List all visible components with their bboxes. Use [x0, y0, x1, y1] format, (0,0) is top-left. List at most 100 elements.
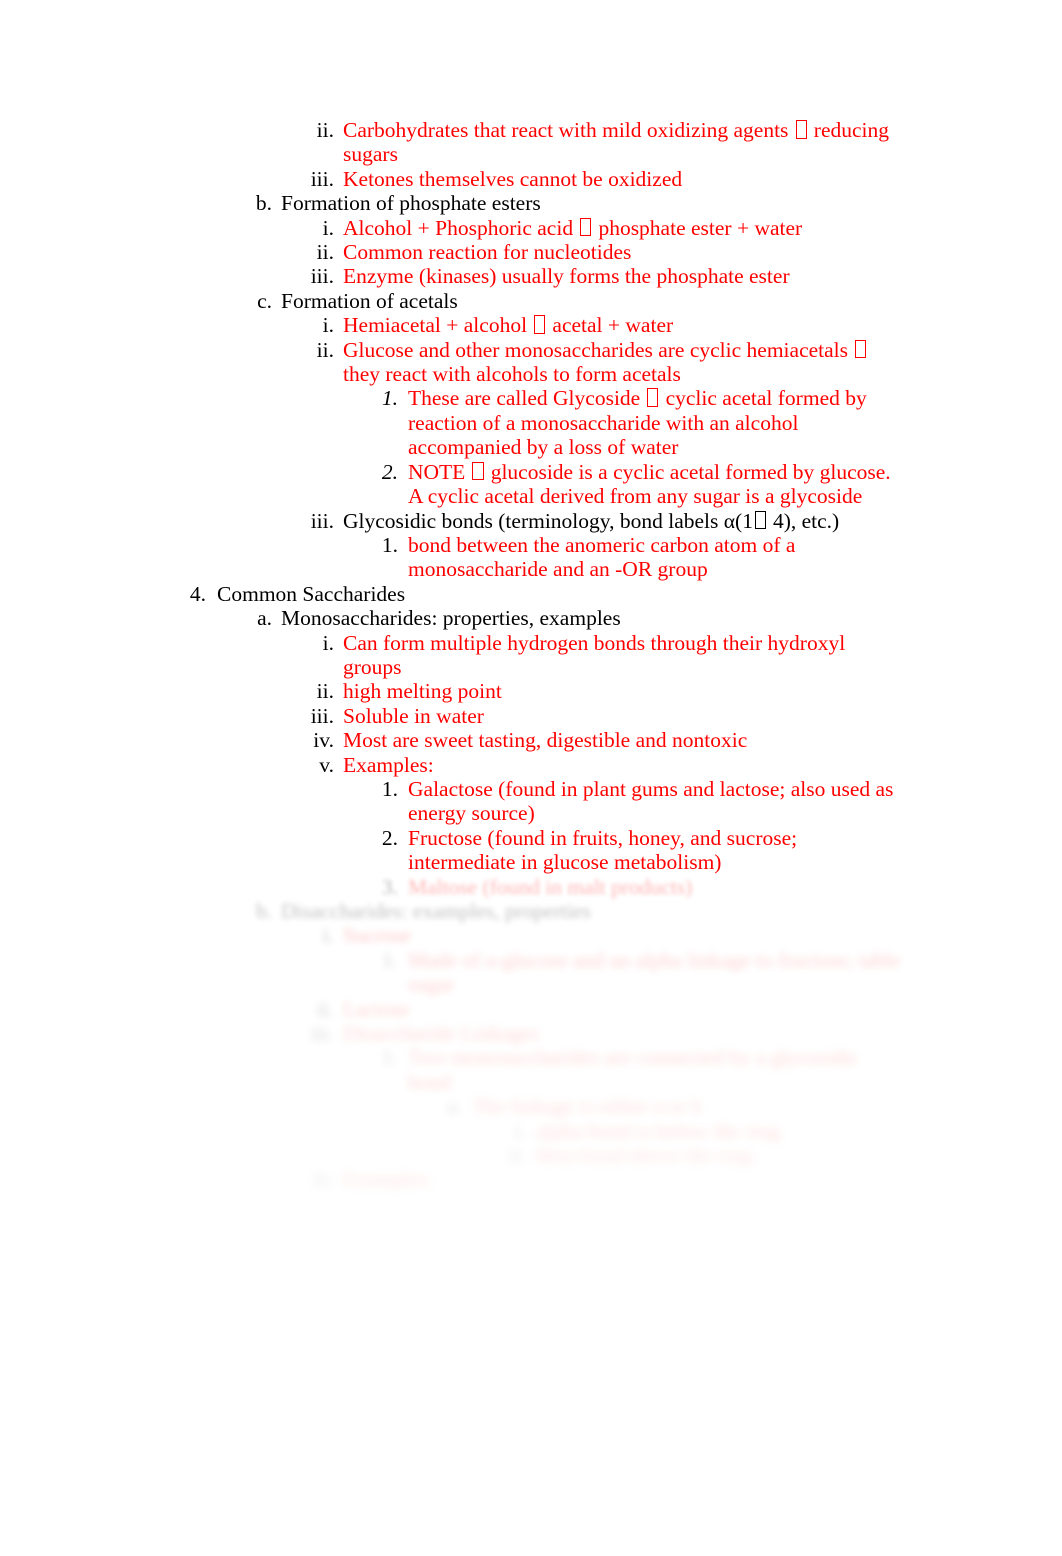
list-marker: ii.: [316, 337, 334, 362]
outline-item-text: Glycosidic bonds (terminology, bond labe…: [343, 508, 840, 533]
outline-item: i. Hemiacetal + alcohol acetal + water: [0, 313, 1062, 337]
outline-item: ii. Common reaction for nucleotides: [0, 240, 1062, 264]
missing-glyph-icon: [647, 388, 659, 407]
list-marker: ii.: [508, 1143, 526, 1168]
outline-item-text: Formation of acetals: [281, 288, 458, 313]
outline-item-text: Glucose and other monosaccharides are cy…: [343, 338, 902, 387]
outline-item-text: alpha bond is below the ring: [536, 1118, 781, 1143]
list-marker: 1.: [381, 776, 398, 801]
list-marker: iii.: [310, 1021, 334, 1046]
missing-glyph-icon: [754, 510, 766, 529]
list-marker: ii.: [316, 996, 334, 1021]
list-marker: iii.: [310, 166, 334, 191]
outline-item-text: The linkage is either a or b: [472, 1094, 703, 1119]
outline-item: i. Sucrose: [0, 923, 1062, 947]
list-marker: a.: [447, 1094, 462, 1119]
outline-item-text: Hemiacetal + alcohol acetal + water: [343, 313, 674, 338]
list-marker: 1.: [381, 1045, 398, 1070]
list-marker: iii.: [310, 264, 334, 289]
outline-item-text: Beta bond above the ring: [536, 1143, 753, 1168]
outline-item: iv. Most are sweet tasting, digestible an…: [0, 728, 1062, 752]
outline-item: iii. Disaccharide Linkages: [0, 1021, 1062, 1045]
outline-item-text: Common reaction for nucleotides: [343, 240, 632, 265]
outline-item: ii. Carbohydrates that react with mild ox…: [0, 118, 1062, 167]
outline-item-text: Maltose (found in malt products): [408, 874, 693, 899]
list-marker: b.: [255, 899, 272, 923]
list-marker: 1.: [381, 947, 398, 972]
list-marker: iv.: [313, 1167, 334, 1192]
outline-item: c. Formation of acetals: [0, 289, 1062, 313]
outline-item: iii. Enzyme (kinases) usually forms the p…: [0, 264, 1062, 288]
outline-list: ii. Carbohydrates that react with mild ox…: [0, 118, 1062, 1192]
list-marker: i.: [322, 630, 334, 655]
list-marker: 3.: [381, 874, 398, 899]
outline-item-text: These are called Glycoside cyclic acetal…: [408, 386, 867, 460]
outline-item-text: Examples:: [343, 752, 434, 777]
outline-item: iv. Examples:: [0, 1167, 1062, 1191]
outline-item: ii. Beta bond above the ring: [0, 1143, 1062, 1167]
list-marker: b.: [255, 191, 272, 216]
outline-item-text: Common Saccharides: [217, 581, 406, 606]
outline-item: 1. Galactose (found in plant gums and lac…: [0, 777, 1062, 826]
list-marker: ii.: [316, 240, 334, 265]
outline-item: ii. Glucose and other monosaccharides are…: [0, 338, 1062, 387]
outline-item-text: high melting point: [343, 679, 502, 704]
list-marker: i.: [514, 1118, 526, 1143]
list-marker: c.: [257, 288, 272, 313]
outline-item: 3. Maltose (found in malt products): [0, 875, 1062, 899]
list-marker: i.: [322, 215, 334, 240]
outline-item-text: Disaccharides: examples, properties: [281, 899, 591, 923]
list-marker: 2.: [381, 825, 398, 850]
missing-glyph-icon: [534, 315, 546, 334]
list-marker: 4.: [189, 581, 206, 606]
outline-item-text: Monosaccharides: properties, examples: [281, 606, 621, 631]
outline-item-text: Alcohol + Phosphoric acid phosphate este…: [343, 215, 803, 240]
outline-item: ii. high melting point: [0, 679, 1062, 703]
outline-item-text: Carbohydrates that react with mild oxidi…: [343, 118, 889, 167]
missing-glyph-icon: [472, 461, 484, 481]
list-marker: iii.: [310, 508, 334, 533]
outline-item: i. Alcohol + Phosphoric acid phosphate es…: [0, 216, 1062, 240]
outline-item: v. Examples:: [0, 753, 1062, 777]
list-marker: 2.: [381, 459, 398, 484]
list-marker: iii.: [310, 703, 334, 728]
outline-item-text: bond between the anomeric carbon atom of…: [408, 532, 796, 582]
outline-item-text: Most are sweet tasting, digestible and n…: [343, 728, 748, 753]
list-marker: i.: [322, 313, 334, 338]
list-marker: v.: [319, 752, 334, 777]
outline-item-text: Soluble in water: [343, 703, 484, 728]
document-page: ii. Carbohydrates that react with mild ox…: [0, 0, 1062, 1556]
outline-item: iii. Soluble in water: [0, 704, 1062, 728]
outline-item: 1. These are called Glycoside cyclic acet…: [0, 386, 1062, 459]
outline-item-text: Can form multiple hydrogen bonds through…: [343, 630, 846, 679]
outline-item: 4. Common Saccharides: [0, 582, 1062, 606]
list-marker: ii.: [316, 118, 334, 142]
list-marker: 1.: [381, 532, 398, 557]
missing-glyph-icon: [795, 120, 807, 139]
list-marker: ii.: [316, 679, 334, 704]
outline-item: 1. Made of a-glucose and an alpha linkage…: [0, 948, 1062, 997]
missing-glyph-icon: [855, 339, 867, 359]
outline-item-text: Sucrose: [343, 923, 412, 948]
outline-item-text: Lactose: [343, 996, 410, 1021]
outline-item-text: Formation of phosphate esters: [281, 191, 541, 216]
outline-item-text: NOTE glucoside is a cyclic acetal formed…: [408, 459, 891, 509]
outline-item-text: Examples:: [343, 1167, 434, 1192]
outline-item-text: Galactose (found in plant gums and lacto…: [408, 776, 894, 826]
outline-item: b. Formation of phosphate esters: [0, 191, 1062, 215]
outline-item: ii. Lactose: [0, 997, 1062, 1021]
outline-item: a. Monosaccharides: properties, examples: [0, 606, 1062, 630]
outline-item-text: Ketones themselves cannot be oxidized: [343, 166, 683, 191]
outline-item: iii. Glycosidic bonds (terminology, bond …: [0, 509, 1062, 533]
outline-item-text: Disaccharide Linkages: [343, 1021, 540, 1046]
outline-item: i. Can form multiple hydrogen bonds throu…: [0, 631, 1062, 680]
list-marker: i.: [322, 923, 334, 948]
list-marker: iv.: [313, 728, 334, 753]
outline-item-text: Made of a-glucose and an alpha linkage t…: [408, 947, 901, 997]
outline-item: 1. bond between the anomeric carbon atom …: [0, 533, 1062, 582]
list-marker: a.: [257, 606, 272, 631]
outline-item: iii. Ketones themselves cannot be oxidize…: [0, 167, 1062, 191]
outline-item: 1. Two monosaccharides are connected by a…: [0, 1045, 1062, 1094]
outline-item-text: Enzyme (kinases) usually forms the phosp…: [343, 264, 790, 289]
outline-item: a. The linkage is either a or b: [0, 1094, 1062, 1118]
